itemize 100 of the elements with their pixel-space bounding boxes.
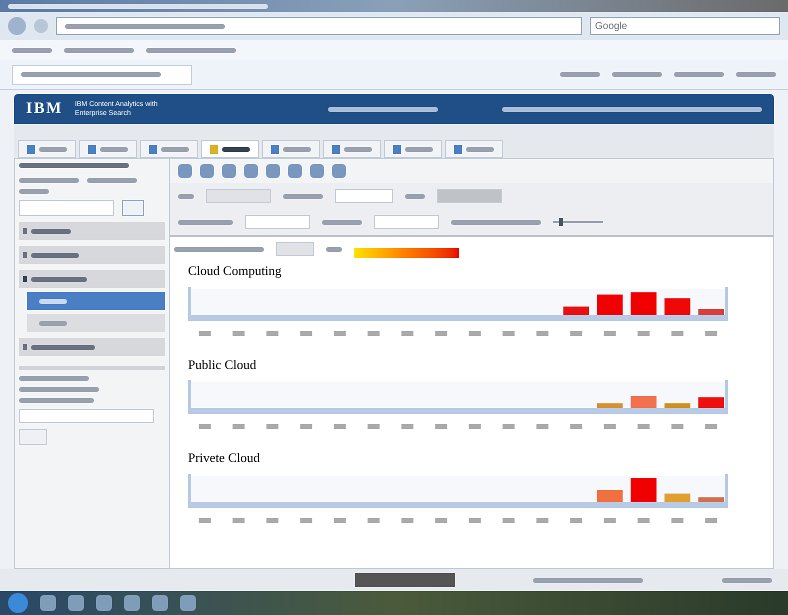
dropdown-field[interactable]: [206, 189, 271, 203]
dropdown-field[interactable]: [19, 409, 154, 423]
blurred-label: [405, 194, 425, 198]
chart-bar: [664, 298, 690, 314]
blurred-axis-label: [536, 518, 548, 522]
tab-icon: [271, 144, 279, 154]
chart-bar: [630, 292, 656, 314]
taskbar-icon[interactable]: [152, 595, 168, 611]
blurred-axis-label: [368, 424, 380, 429]
blurred-axis-label: [401, 518, 414, 522]
toolbar-icon[interactable]: [244, 164, 258, 178]
blurred-axis-label: [705, 330, 718, 336]
filter-button[interactable]: [122, 200, 144, 216]
facet-item[interactable]: [27, 292, 165, 310]
chart-bar: [597, 403, 623, 408]
blurred-axis-label: [368, 518, 380, 522]
blurred-axis-label: [198, 424, 211, 429]
blurred-label: [31, 344, 95, 350]
blurred-axis-label: [705, 518, 718, 522]
blurred-axis-label: [300, 330, 312, 336]
blurred-axis-label: [536, 330, 548, 336]
blurred-axis-label: [334, 424, 346, 429]
blurred-axis-label: [705, 424, 718, 429]
blurred-label: [87, 178, 137, 183]
chart-bar: [597, 490, 623, 502]
blurred-axis-label: [502, 330, 515, 336]
blurred-axis-label: [266, 424, 278, 429]
blurred-axis-label: [570, 424, 582, 429]
back-button[interactable]: [8, 17, 26, 35]
filter-field[interactable]: [19, 200, 114, 216]
blurred-label: [178, 220, 233, 224]
blurred-axis-label: [638, 518, 650, 522]
taskbar-icon[interactable]: [180, 595, 196, 611]
blurred-axis-label: [536, 424, 548, 429]
dropdown-field[interactable]: [245, 215, 310, 229]
chart-bar: [664, 403, 690, 408]
search-field[interactable]: Google: [590, 17, 780, 35]
blurred-label: [39, 320, 67, 326]
chart-bar: [630, 478, 656, 502]
blurred-label: [722, 578, 772, 582]
start-button[interactable]: [8, 593, 28, 613]
blurred-axis-label: [671, 424, 684, 429]
chart-title: Privete Cloud: [187, 449, 261, 467]
blurred-axis-label: [468, 518, 481, 522]
blurred-axis-label: [198, 518, 211, 522]
blurred-axis-label: [334, 330, 346, 336]
tab[interactable]: [201, 140, 259, 158]
taskbar-icon[interactable]: [96, 595, 112, 611]
taskbar-icon[interactable]: [68, 595, 84, 611]
taskbar-icon[interactable]: [40, 595, 56, 611]
blurred-label: [19, 376, 89, 381]
dropdown-field[interactable]: [437, 189, 502, 203]
blurred-axis-label: [671, 330, 684, 336]
zoom-slider[interactable]: [553, 218, 603, 226]
blurred-axis-label: [604, 518, 616, 522]
dropdown-field[interactable]: [374, 215, 439, 229]
text-field[interactable]: [335, 189, 393, 203]
blurred-label: [326, 246, 342, 252]
blurred-axis-label: [570, 330, 582, 336]
blurred-axis-label: [502, 424, 515, 429]
facet-row[interactable]: [19, 246, 165, 264]
chart-bar: [630, 396, 656, 408]
facet-item[interactable]: [27, 314, 165, 332]
chart-bar: [698, 397, 724, 408]
blurred-label: [39, 298, 67, 304]
blurred-label: [19, 189, 49, 194]
taskbar-icon[interactable]: [124, 595, 140, 611]
forward-button[interactable]: [34, 19, 48, 33]
dropdown-field[interactable]: [276, 242, 314, 256]
facet-row[interactable]: [19, 270, 165, 288]
blurred-axis-label: [502, 518, 515, 522]
chart-title: Public Cloud: [187, 356, 258, 374]
blurred-label: [322, 220, 362, 224]
blurred-axis-label: [435, 424, 448, 429]
toolbar-icon[interactable]: [222, 164, 236, 178]
expander-icon: [23, 344, 27, 350]
tab-icon: [149, 144, 157, 154]
facet-row[interactable]: [19, 222, 165, 240]
blurred-axis-label: [300, 518, 312, 522]
blurred-axis-label: [232, 518, 245, 522]
tab-icon: [332, 144, 340, 154]
blurred-axis-label: [334, 518, 346, 522]
tab-icon: [210, 144, 218, 154]
browser-tab[interactable]: [12, 64, 192, 84]
address-field[interactable]: [56, 17, 582, 35]
apply-button[interactable]: [19, 429, 47, 445]
blurred-axis-label: [468, 330, 481, 336]
facet-row[interactable]: [19, 338, 165, 356]
toolbar-icon[interactable]: [178, 164, 192, 178]
blurred-label: [283, 194, 323, 198]
blurred-axis-label: [232, 330, 245, 336]
slider-thumb[interactable]: [558, 218, 563, 226]
toolbar-icon[interactable]: [288, 164, 302, 178]
toolbar-icon[interactable]: [200, 164, 214, 178]
toolbar-icon[interactable]: [266, 164, 280, 178]
toolbar-icon[interactable]: [332, 164, 346, 178]
blurred-axis-label: [266, 330, 278, 336]
blurred-axis-label: [300, 424, 312, 429]
toolbar-icon[interactable]: [310, 164, 324, 178]
blurred-axis-label: [638, 424, 650, 429]
